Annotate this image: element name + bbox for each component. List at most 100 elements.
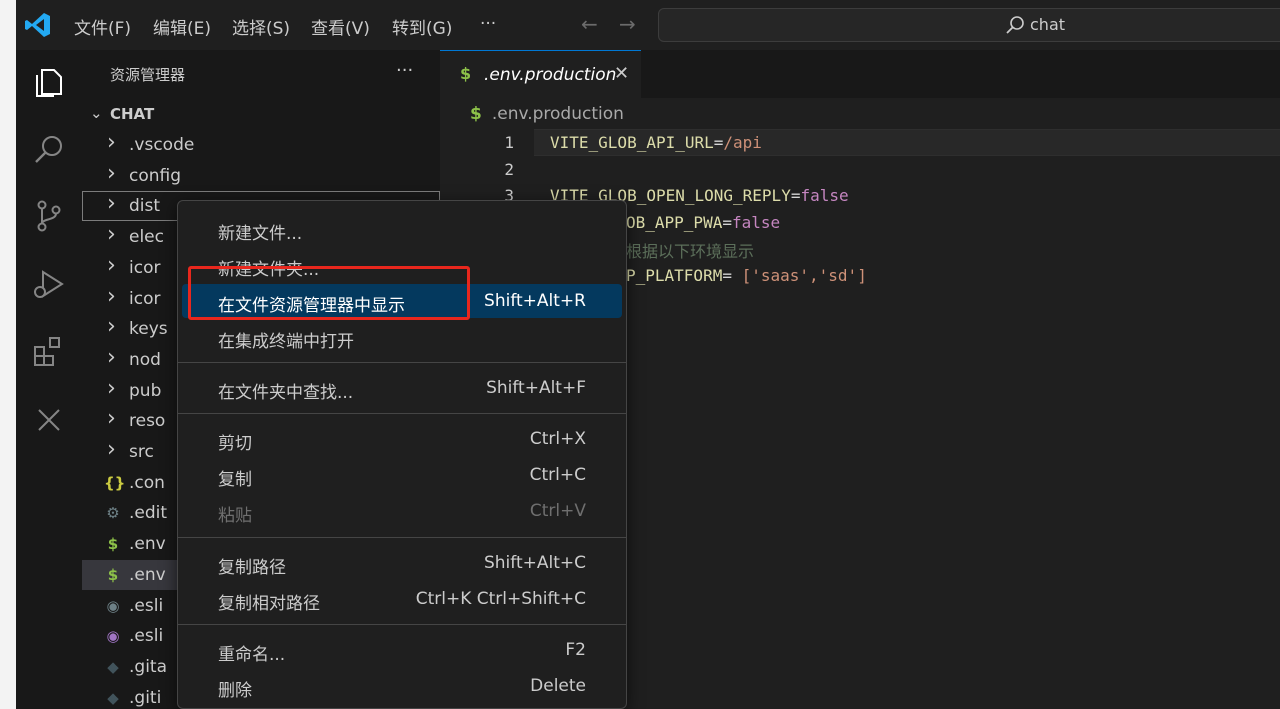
- tree-item-label: .env: [129, 564, 166, 585]
- vscode-window: 文件(F) 编辑(E) 选择(S) 查看(V) 转到(G) ··· ← → ch…: [16, 0, 1280, 709]
- menu-item-label: 重命名...: [218, 645, 286, 665]
- context-menu-item[interactable]: 在集成终端中打开: [182, 320, 622, 354]
- menu-separator: [178, 413, 626, 414]
- env-file-icon: $: [460, 64, 472, 83]
- menu-selection[interactable]: 选择(S): [232, 14, 290, 39]
- command-center-search[interactable]: chat: [658, 8, 1280, 42]
- line-number: 1: [504, 133, 514, 152]
- tree-item-label: pub: [129, 380, 162, 401]
- tree-item-label: dist: [129, 196, 161, 217]
- context-menu-item[interactable]: 删除 Delete: [182, 669, 622, 703]
- code-line-1[interactable]: VITE_GLOB_API_URL=/api: [550, 133, 762, 152]
- tree-item-label: .gita: [129, 656, 168, 677]
- context-menu-item[interactable]: 重命名... F2: [182, 633, 622, 667]
- menu-item-shortcut: Ctrl+V: [529, 501, 586, 521]
- menu-item-shortcut: Delete: [530, 676, 586, 696]
- menu-item-shortcut: Ctrl+K Ctrl+Shift+C: [415, 589, 586, 609]
- equals-operator: =: [713, 133, 724, 152]
- explorer-title: 资源管理器: [110, 66, 186, 84]
- menu-go[interactable]: 转到(G): [392, 14, 452, 39]
- menu-file[interactable]: 文件(F): [74, 14, 131, 39]
- tree-item-label: elec: [129, 227, 164, 248]
- menu-separator: [178, 537, 626, 538]
- context-menu-item[interactable]: 复制 Ctrl+C: [182, 458, 622, 492]
- close-icon[interactable]: ✕: [614, 63, 629, 84]
- menu-more[interactable]: ···: [480, 14, 496, 34]
- arrow-left-icon[interactable]: ←: [581, 12, 598, 36]
- context-menu-item[interactable]: 复制路径 Shift+Alt+C: [182, 546, 622, 580]
- tree-folder-item[interactable]: › .vscode: [82, 130, 440, 160]
- env-key: VITE_GLOB_API_URL: [550, 133, 714, 152]
- menu-separator: [178, 362, 626, 363]
- tree-item-label: .giti: [129, 687, 162, 708]
- code-line-4[interactable]: OB_APP_PWA=false: [626, 213, 780, 232]
- file-type-icon: ◉: [106, 596, 120, 615]
- menu-item-shortcut: Ctrl+X: [529, 429, 586, 449]
- extensions-icon[interactable]: [29, 332, 69, 372]
- workspace-section-header[interactable]: ⌄ CHAT: [82, 102, 440, 126]
- menu-view[interactable]: 查看(V): [311, 14, 370, 39]
- context-menu-item[interactable]: 在文件夹中查找... Shift+Alt+F: [182, 371, 622, 405]
- source-control-icon[interactable]: [29, 196, 69, 236]
- env-file-icon: $: [470, 104, 482, 124]
- menu-item-label: 复制路径: [218, 558, 286, 578]
- chevron-down-icon: ⌄: [90, 104, 103, 122]
- menu-item-shortcut: Shift+Alt+F: [486, 378, 586, 398]
- context-menu-item[interactable]: 剪切 Ctrl+X: [182, 422, 622, 456]
- tree-item-label: src: [129, 442, 154, 462]
- breadcrumb-file: .env.production: [491, 104, 624, 124]
- env-key: OB_APP_PWA: [626, 213, 723, 232]
- workspace-name: CHAT: [110, 105, 155, 123]
- tree-folder-item[interactable]: › config: [82, 161, 440, 191]
- file-type-icon: ◉: [106, 627, 120, 646]
- menu-item-shortcut: F2: [565, 640, 586, 660]
- tab-env-production[interactable]: $ .env.production ✕: [440, 50, 641, 98]
- file-type-icon: ⚙: [106, 504, 120, 523]
- chevron-right-icon: ›: [107, 191, 116, 217]
- comment-text: 根据以下环境显示: [626, 242, 755, 261]
- code-line-5[interactable]: 根据以下环境显示: [626, 238, 754, 262]
- code-line-6[interactable]: P_PLATFORM= ['saas','sd']: [626, 266, 867, 285]
- run-debug-icon[interactable]: [29, 264, 69, 304]
- file-type-icon: ◆: [107, 688, 119, 707]
- chevron-right-icon: ›: [107, 437, 116, 462]
- tree-item-label: .edit: [129, 503, 168, 524]
- search-icon: [1006, 16, 1024, 34]
- search-text: chat: [1030, 15, 1066, 34]
- context-menu-item[interactable]: 粘贴 Ctrl+V: [182, 494, 622, 528]
- file-type-icon: $: [107, 535, 119, 554]
- chevron-right-icon: ›: [107, 283, 116, 309]
- tab-label: .env.production: [484, 65, 617, 85]
- tree-item-label: reso: [129, 411, 166, 432]
- breadcrumb[interactable]: $ .env.production: [470, 104, 624, 124]
- line-number: 2: [504, 160, 514, 179]
- remote-explorer-icon[interactable]: [29, 400, 69, 440]
- title-bar: 文件(F) 编辑(E) 选择(S) 查看(V) 转到(G) ··· ← → ch…: [16, 0, 1280, 50]
- menu-edit[interactable]: 编辑(E): [153, 14, 211, 39]
- menu-item-label: 复制: [218, 470, 252, 490]
- chevron-right-icon: ›: [107, 344, 116, 370]
- file-type-icon: $: [107, 565, 119, 584]
- context-menu-item[interactable]: 复制相对路径 Ctrl+K Ctrl+Shift+C: [182, 582, 622, 616]
- context-menu-item[interactable]: 新建文件...: [182, 212, 622, 246]
- tree-item-label: .con: [129, 472, 165, 493]
- menu-item-shortcut: Shift+Alt+C: [483, 553, 586, 573]
- arrow-right-icon[interactable]: →: [619, 12, 636, 36]
- menu-item-shortcut: Shift+Alt+R: [484, 291, 586, 311]
- tree-item-label: .env: [129, 534, 166, 555]
- tree-item-label: icor: [129, 257, 161, 278]
- chevron-right-icon: ›: [107, 406, 116, 432]
- files-icon[interactable]: [29, 62, 69, 102]
- tree-item-label: .vscode: [129, 135, 195, 155]
- menu-item-label: 删除: [218, 681, 252, 701]
- chevron-right-icon: ›: [107, 222, 116, 248]
- env-value: false: [800, 186, 849, 205]
- chevron-right-icon: ›: [107, 252, 116, 278]
- more-actions-icon[interactable]: ···: [396, 60, 413, 81]
- chevron-right-icon: ›: [107, 160, 116, 186]
- menu-separator: [178, 624, 626, 625]
- search-icon[interactable]: [29, 130, 69, 170]
- tree-item-label: .esli: [129, 626, 164, 647]
- tree-item-label: .esli: [129, 595, 164, 616]
- activity-bar: [16, 50, 82, 709]
